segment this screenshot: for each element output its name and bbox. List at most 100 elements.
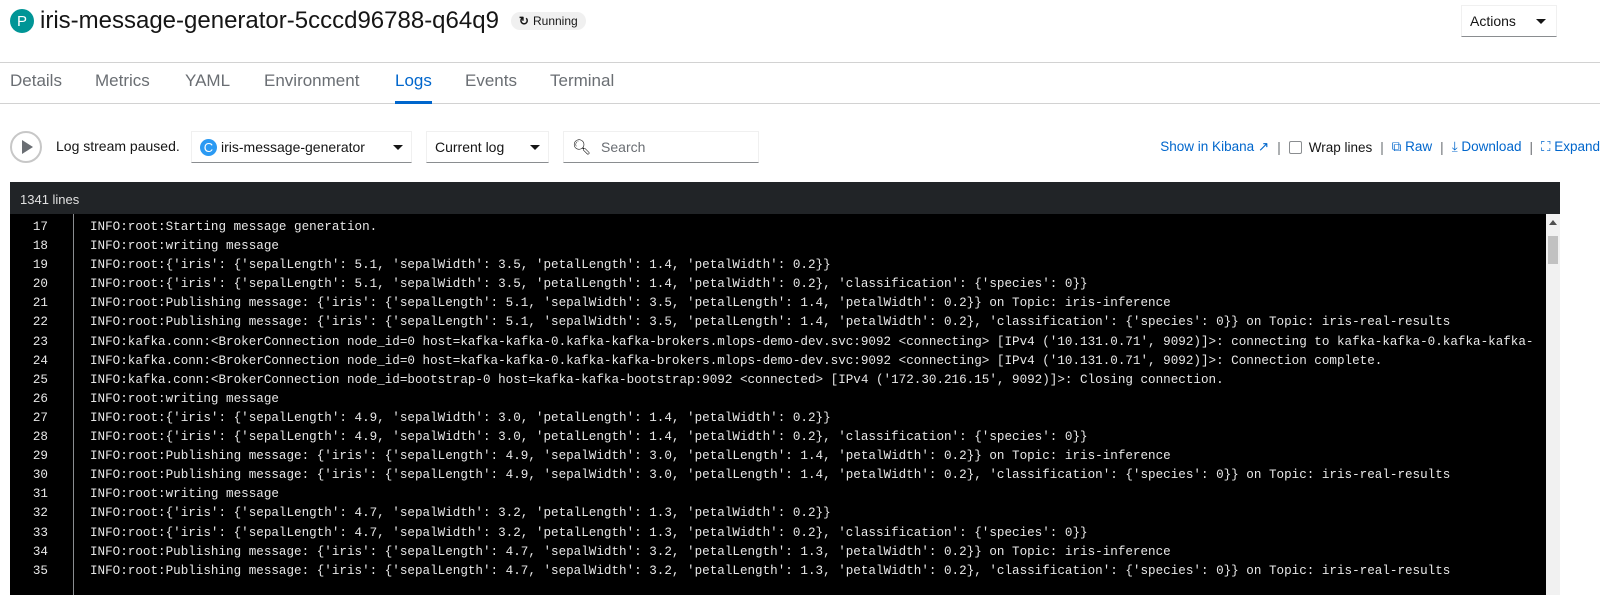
separator: |: [1440, 139, 1444, 155]
line-text: INFO:root:{'iris': {'sepalLength': 4.7, …: [90, 506, 831, 521]
download-label: Download: [1461, 139, 1522, 154]
scrollbar-thumb[interactable]: [1548, 236, 1558, 264]
line-text: INFO:root:Publishing message: {'iris': {…: [90, 468, 1451, 483]
line-text: INFO:root:{'iris': {'sepalLength': 4.9, …: [90, 410, 831, 425]
tab-logs[interactable]: Logs: [395, 71, 432, 104]
log-line: 29 INFO:root:Publishing message: {'iris':…: [10, 447, 1546, 466]
tab-environment[interactable]: Environment: [264, 71, 359, 104]
wrap-lines-label: Wrap lines: [1308, 139, 1373, 155]
line-number: 29: [32, 449, 48, 464]
play-button[interactable]: [10, 131, 42, 163]
scroll-up-icon[interactable]: [1549, 220, 1557, 225]
window-icon: ⧉: [1391, 139, 1402, 154]
line-number: 21: [32, 296, 48, 311]
line-text: INFO:root:writing message: [90, 391, 279, 406]
tab-bar: Details Metrics YAML Environment Logs Ev…: [0, 63, 1600, 104]
log-line: 22 INFO:root:Publishing message: {'iris':…: [10, 313, 1546, 332]
line-number: 24: [32, 353, 48, 368]
line-number: 22: [32, 315, 48, 330]
line-number: 31: [32, 487, 48, 502]
stream-status: Log stream paused.: [56, 138, 180, 154]
log-line: 18 INFO:root:writing message: [10, 237, 1546, 256]
line-text: INFO:root:Publishing message: {'iris': {…: [90, 449, 1171, 464]
search-placeholder: Search: [601, 139, 646, 155]
expand-icon: ⛶: [1540, 139, 1551, 154]
container-name: iris-message-generator: [221, 138, 365, 155]
line-number: 34: [32, 544, 48, 559]
log-toolbar: Log stream paused. Ciris-message-generat…: [10, 131, 1600, 163]
sync-icon: ↻: [518, 14, 529, 28]
raw-link[interactable]: ⧉ Raw: [1392, 139, 1432, 155]
tab-terminal[interactable]: Terminal: [550, 71, 614, 104]
line-number: 32: [32, 506, 48, 521]
log-line: 30 INFO:root:Publishing message: {'iris':…: [10, 466, 1546, 485]
tab-events[interactable]: Events: [465, 71, 517, 104]
line-text: INFO:root:Publishing message: {'iris': {…: [90, 544, 1171, 559]
line-number: 20: [32, 277, 48, 292]
tab-details[interactable]: Details: [10, 71, 62, 104]
separator: |: [1277, 139, 1281, 155]
show-in-kibana-link[interactable]: Show in Kibana ↗: [1160, 139, 1269, 155]
line-number: 33: [32, 525, 48, 540]
log-line: 19 INFO:root:{'iris': {'sepalLength': 5.1…: [10, 256, 1546, 275]
log-line: 31 INFO:root:writing message: [10, 485, 1546, 504]
line-number: 17: [32, 220, 48, 234]
separator: |: [1380, 139, 1384, 155]
line-text: INFO:root:{'iris': {'sepalLength': 5.1, …: [90, 277, 1088, 292]
log-line: 34 INFO:root:Publishing message: {'iris':…: [10, 543, 1546, 562]
raw-label: Raw: [1405, 139, 1433, 154]
line-text: INFO:root:{'iris': {'sepalLength': 4.7, …: [90, 525, 1088, 540]
log-line: 17 INFO:root:Starting message generation.: [10, 218, 1546, 237]
search-icon: 🔍︎: [572, 139, 592, 156]
search-input[interactable]: 🔍︎ Search: [563, 131, 759, 163]
log-header: 1341 lines: [10, 182, 1560, 214]
caret-down-icon: [393, 144, 403, 150]
line-number: 28: [32, 430, 48, 445]
log-line: 33 INFO:root:{'iris': {'sepalLength': 4.7…: [10, 524, 1546, 543]
wrap-lines-checkbox[interactable]: Wrap lines: [1288, 139, 1373, 155]
line-number: 18: [32, 239, 48, 254]
container-badge: C: [200, 138, 217, 156]
external-link-icon: ↗: [1257, 139, 1270, 154]
tab-yaml[interactable]: YAML: [185, 71, 230, 104]
log-type-value: Current log: [435, 139, 505, 155]
line-text: INFO:kafka.conn:<BrokerConnection node_i…: [90, 334, 1534, 349]
line-text: INFO:root:Publishing message: {'iris': {…: [90, 296, 1171, 311]
expand-link[interactable]: ⛶ Expand: [1541, 139, 1600, 155]
tab-metrics[interactable]: Metrics: [95, 71, 150, 104]
container-select[interactable]: Ciris-message-generator: [191, 131, 412, 163]
caret-down-icon: [1536, 18, 1546, 24]
caret-down-icon: [530, 144, 540, 150]
line-number: 25: [32, 372, 48, 387]
log-type-select[interactable]: Current log: [426, 131, 549, 163]
log-line: 28 INFO:root:{'iris': {'sepalLength': 4.9…: [10, 428, 1546, 447]
page-title: iris-message-generator-5cccd96788-q64q9: [40, 7, 499, 34]
actions-dropdown[interactable]: Actions: [1461, 5, 1557, 37]
line-text: INFO:root:{'iris': {'sepalLength': 4.9, …: [90, 430, 1088, 445]
log-line: 21 INFO:root:Publishing message: {'iris':…: [10, 294, 1546, 313]
scrollbar[interactable]: [1546, 214, 1560, 595]
line-text: INFO:root:writing message: [90, 487, 279, 502]
line-text: INFO:root:{'iris': {'sepalLength': 5.1, …: [90, 258, 831, 273]
log-line: 25 INFO:kafka.conn:<BrokerConnection node…: [10, 371, 1546, 390]
expand-label: Expand: [1554, 139, 1600, 154]
actions-label: Actions: [1470, 13, 1516, 29]
line-number: 26: [32, 391, 48, 406]
download-icon: ⤓: [1451, 139, 1458, 154]
line-number: 30: [32, 468, 48, 483]
log-viewer: 1341 lines 17 INFO:root:Starting message …: [10, 182, 1560, 595]
line-number: 27: [32, 410, 48, 425]
log-line: 20 INFO:root:{'iris': {'sepalLength': 5.1…: [10, 275, 1546, 294]
log-line: 32 INFO:root:{'iris': {'sepalLength': 4.7…: [10, 504, 1546, 523]
kibana-label: Show in Kibana: [1160, 139, 1255, 154]
line-text: INFO:kafka.conn:<BrokerConnection node_i…: [90, 372, 1224, 387]
download-link[interactable]: ⤓ Download: [1452, 139, 1522, 155]
checkbox-icon[interactable]: [1288, 140, 1302, 154]
status-badge: ↻ Running: [510, 12, 586, 30]
log-line: 26 INFO:root:writing message: [10, 390, 1546, 409]
line-number: 19: [32, 258, 48, 273]
log-line: 23 INFO:kafka.conn:<BrokerConnection node…: [10, 333, 1546, 352]
line-count: 1341 lines: [20, 192, 80, 207]
line-text: INFO:root:writing message: [90, 239, 279, 254]
log-lines: 17 INFO:root:Starting message generation.…: [10, 214, 1546, 595]
